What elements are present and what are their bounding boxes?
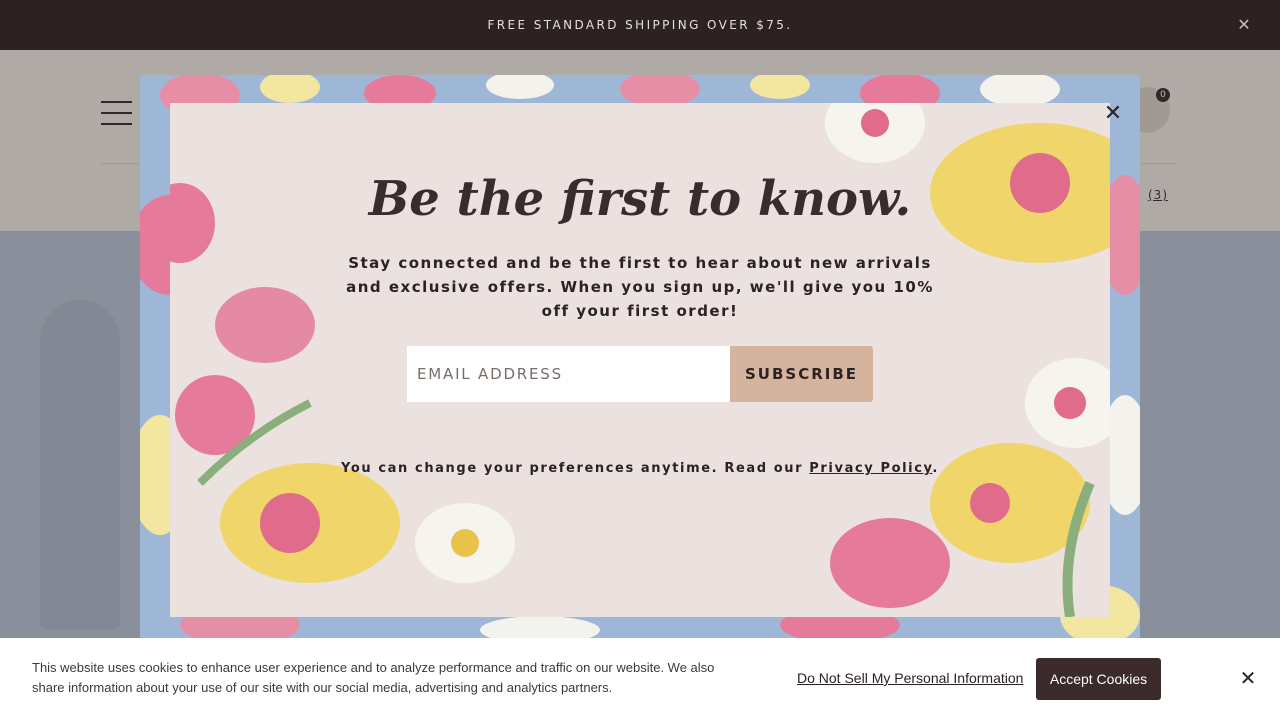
preferences-prefix: You can change your preferences anytime.… [341, 461, 810, 476]
privacy-policy-link[interactable]: Privacy Policy [809, 461, 932, 476]
email-input[interactable] [407, 346, 731, 402]
modal-title: Be the first to know. [368, 171, 912, 227]
subscribe-button[interactable]: SUBSCRIBE [730, 346, 873, 402]
accept-cookies-button[interactable]: Accept Cookies [1036, 658, 1161, 700]
modal-body-text: Stay connected and be the first to hear … [346, 254, 934, 320]
preferences-suffix: . [932, 461, 939, 476]
signup-modal: ✕ Be the first to know. Stay connected a… [140, 75, 1140, 638]
announcement-bar: FREE STANDARD SHIPPING OVER $75. ✕ [0, 0, 1280, 50]
close-icon[interactable]: ✕ [1234, 15, 1254, 35]
cookie-text: This website uses cookies to enhance use… [32, 660, 715, 695]
close-icon[interactable]: ✕ [1236, 666, 1260, 690]
announcement-text: FREE STANDARD SHIPPING OVER $75. [487, 18, 793, 32]
do-not-sell-link[interactable]: Do Not Sell My Personal Information [797, 670, 1023, 686]
cookie-banner: This website uses cookies to enhance use… [0, 638, 1280, 720]
preferences-text: You can change your preferences anytime.… [290, 461, 990, 476]
close-icon[interactable]: ✕ [1102, 103, 1124, 125]
